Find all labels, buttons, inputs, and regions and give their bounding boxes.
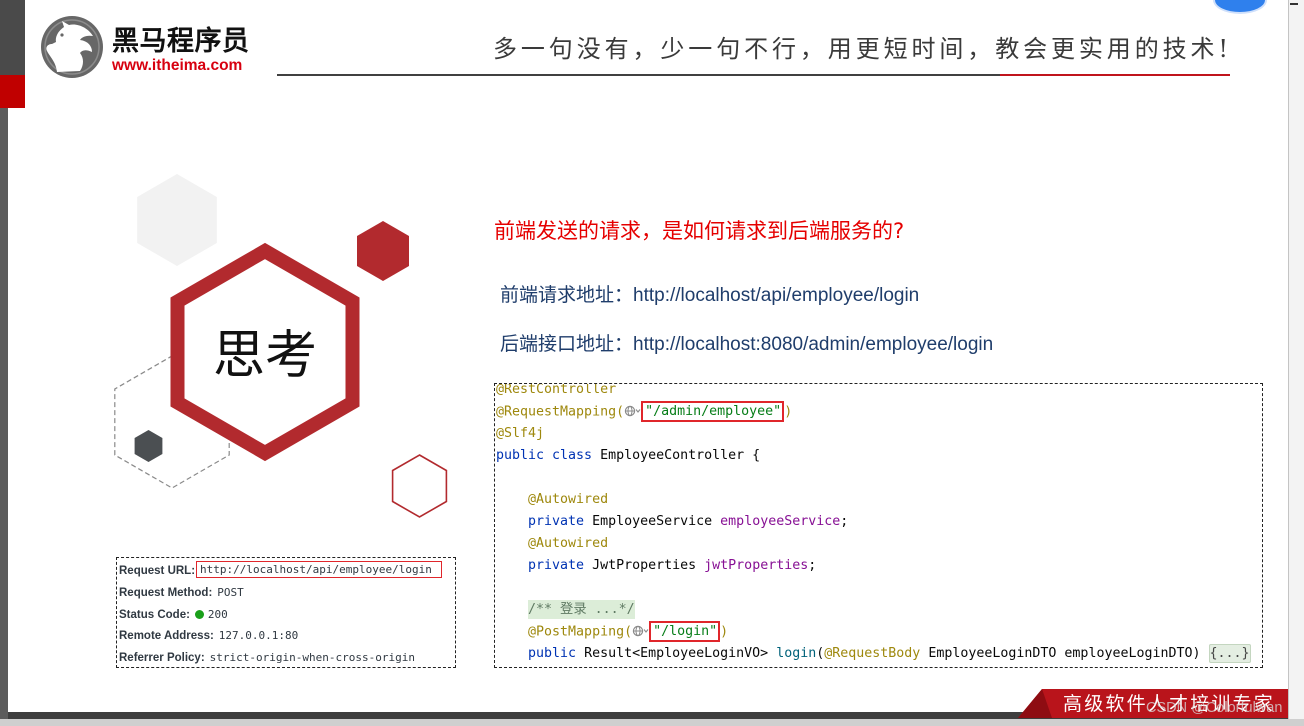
header-rule xyxy=(277,74,1000,76)
code-line: private JwtProperties jwtProperties; xyxy=(496,555,1251,577)
code-token: employeeService xyxy=(720,514,841,529)
referrer-policy-label: Referrer Policy: xyxy=(119,652,205,664)
code-token: /** 登录 ...*/ xyxy=(528,600,635,619)
code-token: ; xyxy=(840,514,849,529)
request-method-value: POST xyxy=(217,585,244,599)
highlighted-path-token: "/login" xyxy=(649,621,721,642)
code-line: @RestController xyxy=(496,383,1251,401)
frontend-address-url: http://localhost/api/employee/login xyxy=(633,285,920,306)
code-token: ) xyxy=(784,404,793,420)
code-token: @Autowired xyxy=(496,492,609,507)
code-token: @Autowired xyxy=(496,536,609,551)
request-url-label: Request URL: xyxy=(119,565,196,577)
code-token: @RequestBody xyxy=(824,646,921,661)
brand-name: 黑马程序员 xyxy=(112,26,250,57)
code-token: public class xyxy=(496,448,601,463)
code-line: @PostMapping( "/login") xyxy=(496,621,1251,643)
request-info-box: Request URL: http://localhost/api/employe… xyxy=(116,557,456,668)
request-url-row: Request URL: http://localhost/api/employe… xyxy=(117,558,455,580)
code-token: ) xyxy=(720,624,729,640)
globe-chevron-icon xyxy=(624,403,641,416)
light-gray-hexagon xyxy=(137,174,217,266)
header-rule-accent xyxy=(1000,74,1230,76)
think-label: 思考 xyxy=(212,326,317,386)
code-token: public xyxy=(496,646,585,661)
code-token: EmployeeService xyxy=(592,514,721,529)
code-token: login xyxy=(776,646,817,661)
code-token: @Slf4j xyxy=(496,426,545,441)
red-outline-hexagon xyxy=(391,454,448,518)
frontend-address-line: 前端请求地址：http://localhost/api/employee/log… xyxy=(500,283,919,308)
code-token: JwtProperties xyxy=(592,558,705,573)
dark-red-hexagon xyxy=(357,221,409,281)
code-line: @Autowired xyxy=(496,533,1251,555)
code-token: jwtProperties xyxy=(704,558,809,573)
request-method-row: Request Method: POST xyxy=(117,580,455,602)
folded-body-token: {...} xyxy=(1208,644,1251,663)
code-token: @RequestMapping( xyxy=(496,404,625,420)
backend-address-line: 后端接口地址：http://localhost:8080/admin/emplo… xyxy=(500,332,993,357)
remote-address-value: 127.0.0.1:80 xyxy=(218,629,299,643)
frontend-address-label: 前端请求地址： xyxy=(500,284,634,306)
logo-horse-eye xyxy=(60,33,64,37)
code-line: public Result<EmployeeLoginVO> login(@Re… xyxy=(496,643,1251,665)
remote-address-row: Remote Address: 127.0.0.1:80 xyxy=(117,623,455,645)
backend-address-label: 后端接口地址： xyxy=(500,333,634,355)
remote-address-label: Remote Address: xyxy=(119,630,214,643)
code-snippet-box: @RestController @RequestMapping( "/admin/e… xyxy=(494,383,1263,668)
globe-chevron-svg xyxy=(624,405,641,416)
code-line: private EmployeeService employeeService; xyxy=(496,511,1251,533)
code-token: ; xyxy=(808,558,817,573)
code-token: EmployeeController { xyxy=(600,448,761,463)
code-line: @RequestMapping( "/admin/employee") xyxy=(496,401,1251,423)
code-line: @Slf4j xyxy=(496,423,1251,445)
code-token: @RestController xyxy=(496,383,617,397)
status-code-label: Status Code: xyxy=(119,608,190,621)
brand-url: www.itheima.com xyxy=(112,57,243,74)
horse-head-logo-icon xyxy=(41,16,103,78)
status-code-value: 200 xyxy=(207,607,228,621)
status-success-dot xyxy=(194,609,204,619)
referrer-policy-value: strict-origin-when-cross-origin xyxy=(209,651,415,664)
code-line: /** 登录 ...*/ xyxy=(496,599,1251,621)
code-line: @Autowired xyxy=(496,489,1251,511)
globe-chevron-svg xyxy=(632,625,649,636)
request-url-value: http://localhost/api/employee/login xyxy=(196,561,442,578)
referrer-policy-row: Referrer Policy: strict-origin-when-cross… xyxy=(117,645,455,667)
code-token: EmployeeLoginDTO employeeLoginDTO) xyxy=(920,646,1209,661)
code-token: Result<EmployeeLoginVO> xyxy=(584,646,777,661)
code-token: @PostMapping( xyxy=(496,624,633,640)
code-token: private xyxy=(496,558,593,573)
highlighted-path-token: "/admin/employee" xyxy=(641,401,785,422)
question-text: 前端发送的请求，是如何请求到后端服务的? xyxy=(494,219,905,243)
watermark-text: CSDN @Colorfulwan xyxy=(1146,700,1283,716)
dark-gray-hexagon xyxy=(134,430,163,462)
code-lines: @RestController @RequestMapping( "/admin/e… xyxy=(496,383,1251,665)
slide-slogan: 多一句没有，少一句不行，用更短时间，教会更实用的技术! xyxy=(493,35,1232,63)
status-code-row: Status Code: 200 xyxy=(117,602,455,624)
code-token: private xyxy=(496,514,593,529)
code-line: public class EmployeeController { xyxy=(496,445,1251,467)
request-method-label: Request Method: xyxy=(119,586,213,599)
backend-address-url: http://localhost:8080/admin/employee/log… xyxy=(633,334,994,355)
globe-chevron-icon xyxy=(632,623,649,636)
